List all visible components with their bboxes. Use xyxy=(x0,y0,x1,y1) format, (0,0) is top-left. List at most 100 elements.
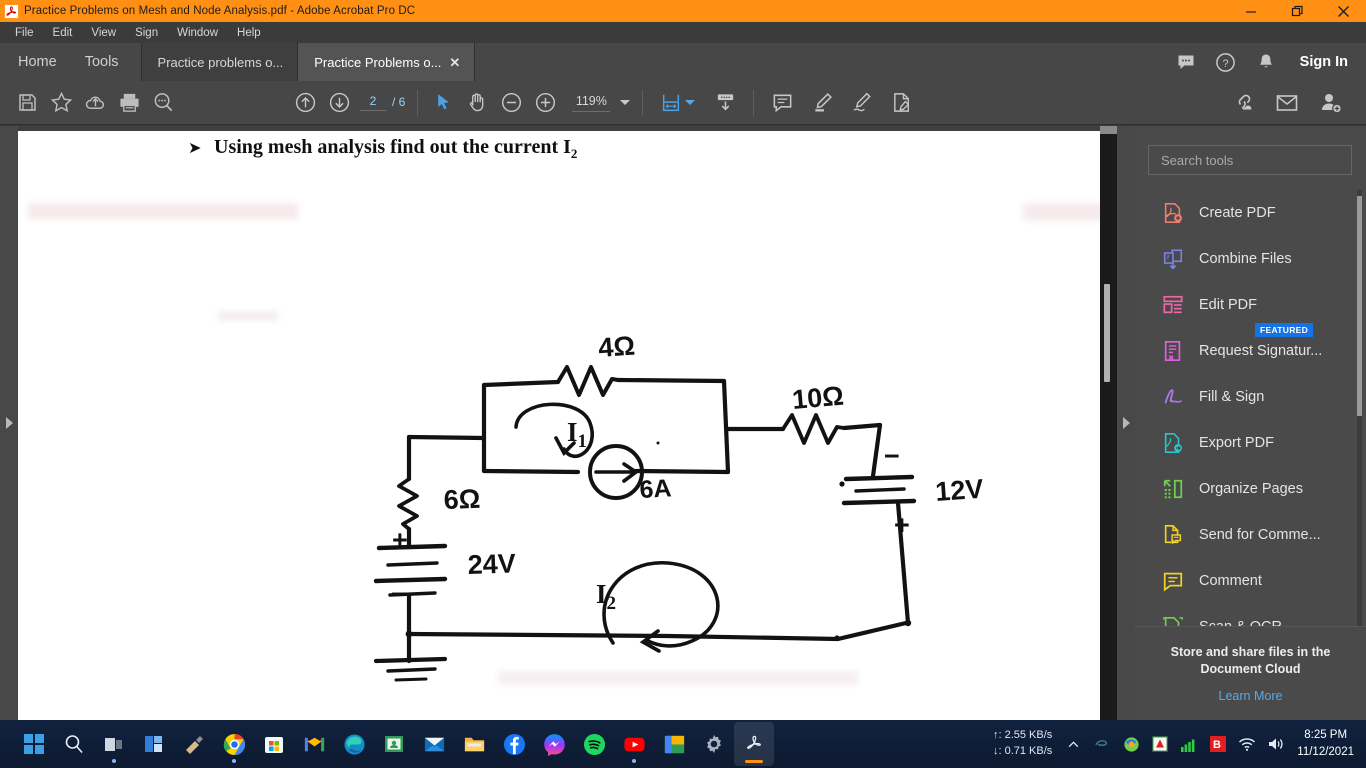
left-panel-toggle[interactable] xyxy=(0,126,18,720)
widgets-icon[interactable] xyxy=(134,722,174,766)
share-link-icon[interactable] xyxy=(1226,86,1260,120)
document-tab-1[interactable]: Practice problems o... xyxy=(141,43,299,81)
document-scrollbar-track[interactable] xyxy=(1100,126,1117,720)
fit-page-chevron-icon[interactable] xyxy=(685,100,696,105)
chrome-icon[interactable] xyxy=(214,722,254,766)
menu-edit[interactable]: Edit xyxy=(44,25,82,41)
facebook-icon[interactable] xyxy=(494,722,534,766)
close-button[interactable] xyxy=(1320,0,1366,22)
chevron-right-icon-2 xyxy=(1122,417,1130,429)
document-scrollbar-thumb[interactable] xyxy=(1104,284,1110,382)
chevron-down-icon[interactable] xyxy=(620,100,631,105)
previous-page-icon[interactable] xyxy=(288,86,322,120)
tab-home[interactable]: Home xyxy=(0,43,71,81)
draw-icon[interactable] xyxy=(842,86,882,120)
mail-icon[interactable] xyxy=(414,722,454,766)
add-person-icon[interactable] xyxy=(1314,86,1348,120)
label-6ohm: 6Ω xyxy=(443,484,481,515)
comment-bubble-icon[interactable] xyxy=(1174,50,1198,74)
tab-tools[interactable]: Tools xyxy=(71,43,142,81)
print-icon[interactable] xyxy=(112,86,146,120)
antivirus-icon[interactable] xyxy=(1151,735,1169,753)
email-icon[interactable] xyxy=(1270,86,1304,120)
tool-item-fill-and-sign[interactable]: Fill & Sign xyxy=(1135,374,1366,420)
next-page-icon[interactable] xyxy=(322,86,356,120)
hand-icon[interactable] xyxy=(460,86,494,120)
minimize-button[interactable] xyxy=(1228,0,1274,22)
google-classroom-icon[interactable] xyxy=(374,722,414,766)
bitdefender-icon[interactable]: B xyxy=(1209,735,1227,753)
youtube-icon[interactable] xyxy=(614,722,654,766)
maximize-restore-button[interactable] xyxy=(1274,0,1320,22)
idm-icon[interactable] xyxy=(1122,735,1140,753)
right-panel-toggle[interactable] xyxy=(1117,126,1135,720)
tool-item-request-signature[interactable]: FEATURED Request Signatur... xyxy=(1135,323,1366,374)
google-drive-icon[interactable] xyxy=(654,722,694,766)
search-icon[interactable] xyxy=(54,722,94,766)
fill-sign-icon xyxy=(1161,385,1185,409)
snipping-tool-icon[interactable] xyxy=(174,722,214,766)
wifi-icon[interactable] xyxy=(1238,735,1256,753)
task-view-icon[interactable] xyxy=(94,722,134,766)
spotify-icon[interactable] xyxy=(574,722,614,766)
menu-file[interactable]: File xyxy=(6,25,43,41)
zoom-in-icon[interactable] xyxy=(528,86,562,120)
tools-panel-scrollbar-thumb[interactable] xyxy=(1357,196,1362,416)
network-upload-speed: ↑: 2.55 KB/s xyxy=(992,729,1053,742)
tool-item-comment[interactable]: Comment xyxy=(1135,558,1366,604)
circuit-diagram: 4Ω 10Ω 6Ω 24V 12V 6A + − − + I1 I2 xyxy=(18,191,1100,720)
create-pdf-icon xyxy=(1161,201,1185,225)
save-icon[interactable] xyxy=(10,86,44,120)
menu-view[interactable]: View xyxy=(82,25,125,41)
zoom-level-value[interactable]: 119% xyxy=(572,94,611,112)
organize-pages-icon xyxy=(1161,477,1185,501)
sign-in-button[interactable]: Sign In xyxy=(1294,54,1348,70)
page-total-label: / 6 xyxy=(392,95,406,109)
messenger-icon[interactable] xyxy=(534,722,574,766)
star-icon[interactable] xyxy=(44,86,78,120)
page-number-input[interactable]: 2 xyxy=(360,94,386,111)
edge-icon[interactable] xyxy=(334,722,374,766)
search-icon[interactable] xyxy=(146,86,180,120)
close-icon[interactable]: ✕ xyxy=(449,56,460,69)
document-viewport[interactable]: ➤ Using mesh analysis find out the curre… xyxy=(18,126,1100,720)
document-tab-2[interactable]: Practice Problems o... ✕ xyxy=(298,43,476,81)
toolbar-right-actions xyxy=(1226,86,1366,120)
comment-icon[interactable] xyxy=(762,86,802,120)
menu-help[interactable]: Help xyxy=(228,25,270,41)
tool-item-combine-files[interactable]: Combine Files xyxy=(1135,236,1366,282)
acrobat-icon[interactable] xyxy=(734,722,774,766)
tool-item-create-pdf[interactable]: Create PDF xyxy=(1135,190,1366,236)
search-tools-input[interactable]: Search tools xyxy=(1148,145,1352,175)
scroll-mode-icon[interactable] xyxy=(705,86,745,120)
tab-strip-right-actions: ? Sign In xyxy=(1174,43,1366,81)
highlight-pen-icon[interactable] xyxy=(802,86,842,120)
gmail-icon[interactable] xyxy=(294,722,334,766)
bell-icon[interactable] xyxy=(1254,50,1278,74)
zoom-control[interactable]: 119% xyxy=(568,94,634,112)
taskbar-clock[interactable]: 8:25 PM 11/12/2021 xyxy=(1297,727,1354,760)
export-pdf-icon xyxy=(1161,431,1185,455)
learn-more-link[interactable]: Learn More xyxy=(1219,689,1283,703)
settings-icon[interactable] xyxy=(694,722,734,766)
tool-item-edit-pdf[interactable]: Edit PDF xyxy=(1135,282,1366,328)
menu-window[interactable]: Window xyxy=(168,25,227,41)
start-windows-icon[interactable] xyxy=(14,722,54,766)
show-hidden-icons-chevron[interactable] xyxy=(1064,735,1082,753)
running-indicator xyxy=(232,759,236,763)
select-cursor-icon[interactable] xyxy=(426,86,460,120)
volume-icon[interactable] xyxy=(1267,735,1285,753)
stamp-icon[interactable] xyxy=(882,86,922,120)
nvidia-icon[interactable] xyxy=(1093,735,1111,753)
tool-item-organize-pages[interactable]: Organize Pages xyxy=(1135,466,1366,512)
tool-item-send-for-comments[interactable]: Send for Comme... xyxy=(1135,512,1366,558)
tool-item-export-pdf[interactable]: Export PDF xyxy=(1135,420,1366,466)
microsoft-store-icon[interactable] xyxy=(254,722,294,766)
upload-cloud-icon[interactable] xyxy=(78,86,112,120)
network-signal-icon[interactable] xyxy=(1180,735,1198,753)
file-explorer-icon[interactable] xyxy=(454,722,494,766)
zoom-out-icon[interactable] xyxy=(494,86,528,120)
menu-sign[interactable]: Sign xyxy=(126,25,167,41)
document-scrollbar-cap[interactable] xyxy=(1100,126,1117,134)
help-circle-icon[interactable]: ? xyxy=(1214,50,1238,74)
